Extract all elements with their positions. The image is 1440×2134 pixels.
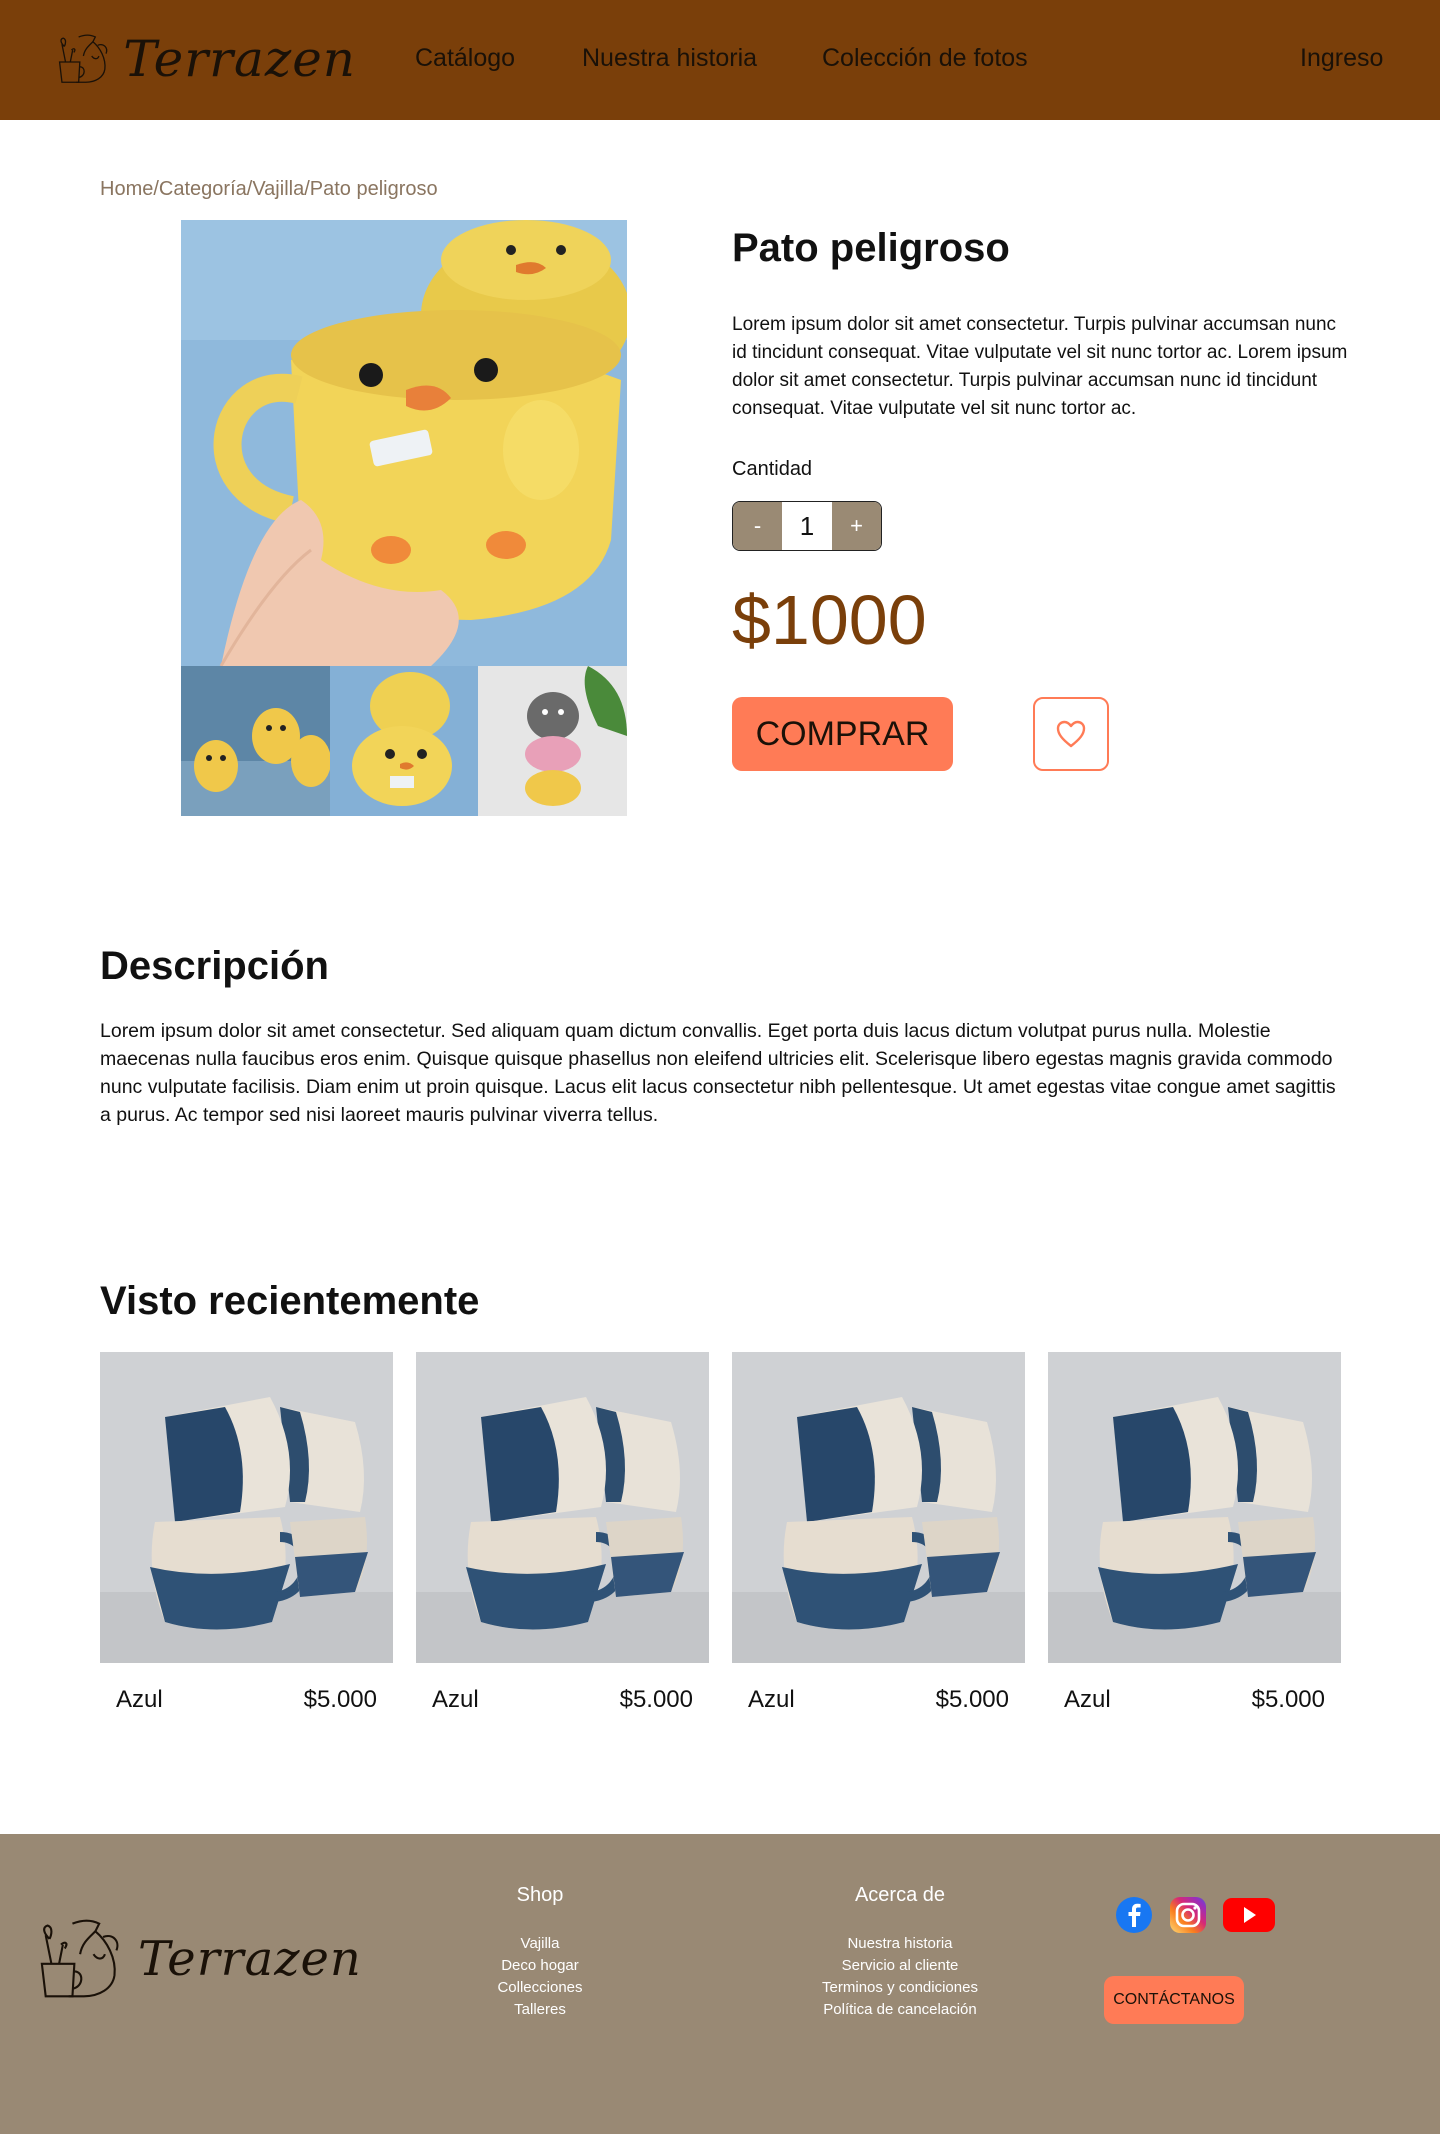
quantity-label: Cantidad: [732, 458, 813, 480]
product-main-image[interactable]: [181, 220, 627, 666]
footer-shop-link[interactable]: Deco hogar: [460, 1955, 620, 1977]
description-body: Lorem ipsum dolor sit amet consectetur. …: [100, 1020, 1336, 1126]
contact-button[interactable]: CONTÁCTANOS: [1104, 1976, 1244, 2024]
footer-shop-heading: Shop: [516, 1884, 564, 1906]
brand-name: Terrazen: [123, 30, 356, 88]
nav-login-link[interactable]: Ingreso: [1300, 44, 1383, 73]
quantity-value[interactable]: 1: [782, 502, 832, 550]
footer-about-link[interactable]: Terminos y condiciones: [790, 1977, 1010, 1999]
product-title: Pato peligroso: [732, 226, 1010, 270]
brand-logo[interactable]: Terrazen: [56, 14, 356, 104]
recent-product-name: Azul: [116, 1686, 163, 1713]
nav-catalog-link[interactable]: Catálogo: [415, 44, 515, 73]
footer-about-link[interactable]: Política de cancelación: [790, 1999, 1010, 2021]
favorite-button[interactable]: [1033, 697, 1109, 771]
product-summary: Lorem ipsum dolor sit amet consectetur. …: [732, 314, 1348, 419]
quantity-stepper: - 1 +: [732, 501, 882, 551]
footer-shop-link[interactable]: Talleres: [460, 1999, 620, 2021]
footer-about-heading: Acerca de: [854, 1884, 946, 1906]
breadcrumb-home[interactable]: Home: [100, 178, 153, 200]
recent-product-image: [1048, 1352, 1341, 1663]
footer-shop-link[interactable]: Collecciones: [460, 1977, 620, 1999]
recent-product-card[interactable]: Azul $5.000: [100, 1352, 393, 1722]
site-header: Terrazen Catálogo Nuestra historia Colec…: [0, 0, 1440, 120]
instagram-icon[interactable]: [1169, 1896, 1207, 1934]
quantity-increment-button[interactable]: +: [832, 502, 881, 550]
footer-brand-logo[interactable]: Terrazen: [36, 1916, 362, 2002]
quantity-decrement-button[interactable]: -: [733, 502, 782, 550]
breadcrumb-subcategory[interactable]: Vajilla: [252, 178, 304, 200]
breadcrumb-current: Pato peligroso: [309, 178, 438, 200]
site-footer: Terrazen Shop Vajilla Deco hogar Collecc…: [0, 1834, 1440, 2134]
youtube-icon[interactable]: [1222, 1896, 1276, 1934]
pottery-logo-icon: [40, 1919, 119, 1998]
recent-title: Visto recientemente: [100, 1279, 480, 1323]
product-thumbnail[interactable]: [478, 666, 627, 816]
pottery-logo-icon: [58, 34, 108, 83]
product-price: $1000: [732, 581, 927, 659]
footer-shop-column: Shop Vajilla Deco hogar Collecciones Tal…: [460, 1884, 620, 2021]
recent-product-name: Azul: [432, 1686, 479, 1713]
recent-product-card[interactable]: Azul $5.000: [732, 1352, 1025, 1722]
nav-history-link[interactable]: Nuestra historia: [582, 44, 757, 73]
recent-product-price: $5.000: [935, 1686, 1009, 1713]
footer-shop-link[interactable]: Vajilla: [460, 1933, 620, 1955]
recent-product-image: [732, 1352, 1025, 1663]
recent-product-image: [100, 1352, 393, 1663]
recent-product-card[interactable]: Azul $5.000: [1048, 1352, 1341, 1722]
heart-icon: [1056, 720, 1086, 748]
product-thumbnail[interactable]: [330, 666, 479, 816]
recent-product-price: $5.000: [619, 1686, 693, 1713]
recent-product-card[interactable]: Azul $5.000: [416, 1352, 709, 1722]
recent-product-name: Azul: [748, 1686, 795, 1713]
recent-product-price: $5.000: [303, 1686, 377, 1713]
breadcrumb: Home/Categoría/Vajilla/Pato peligroso: [100, 178, 438, 201]
recent-product-image: [416, 1352, 709, 1663]
facebook-icon[interactable]: [1115, 1896, 1153, 1934]
product-thumbnail[interactable]: [181, 666, 330, 816]
footer-about-link[interactable]: Nuestra historia: [790, 1933, 1010, 1955]
breadcrumb-category[interactable]: Categoría: [159, 178, 247, 200]
footer-brand-name: Terrazen: [138, 1931, 362, 1987]
description-title: Descripción: [100, 944, 329, 988]
recent-product-price: $5.000: [1251, 1686, 1325, 1713]
buy-button[interactable]: COMPRAR: [732, 697, 953, 771]
footer-about-link[interactable]: Servicio al cliente: [790, 1955, 1010, 1977]
recent-product-name: Azul: [1064, 1686, 1111, 1713]
footer-about-column: Acerca de Nuestra historia Servicio al c…: [790, 1884, 1010, 2021]
nav-photos-link[interactable]: Colección de fotos: [822, 44, 1028, 73]
